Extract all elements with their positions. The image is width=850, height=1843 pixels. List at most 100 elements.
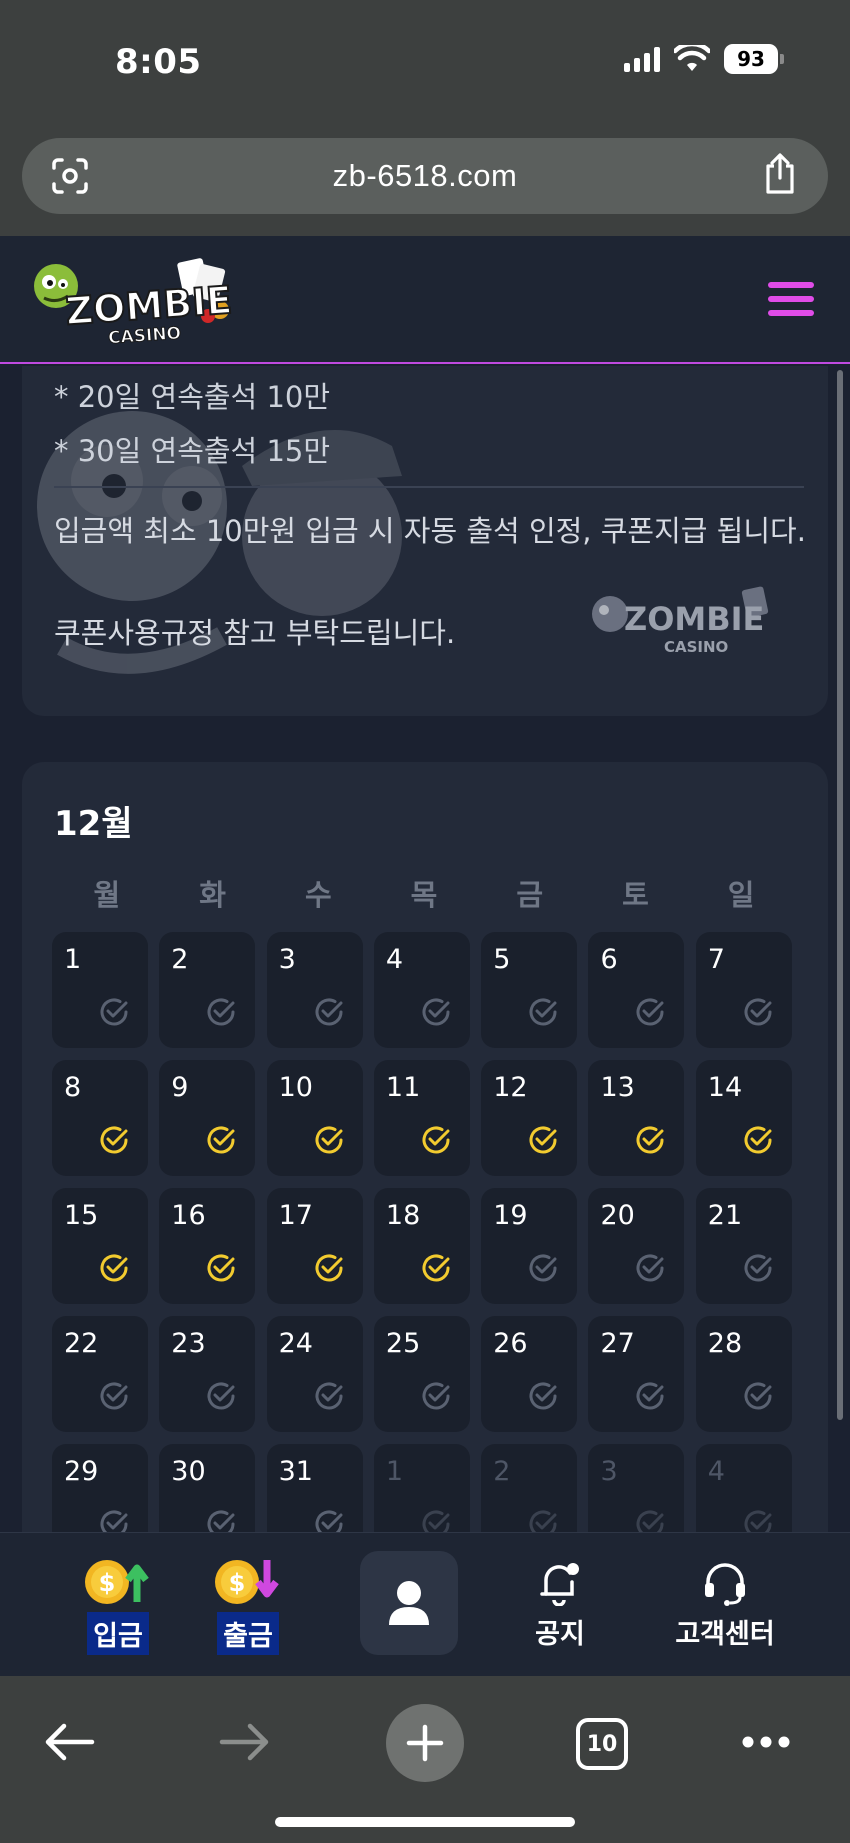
calendar-day[interactable]: 20: [588, 1188, 685, 1304]
calendar-day-outside[interactable]: 3: [588, 1444, 685, 1532]
nav-withdraw[interactable]: $ 출금: [188, 1533, 308, 1677]
calendar-day[interactable]: 7: [695, 932, 792, 1048]
attendance-unchecked-icon: [207, 998, 235, 1026]
calendar-day[interactable]: 8: [52, 1060, 148, 1176]
attendance-unchecked-icon: [744, 1510, 772, 1532]
calendar-day[interactable]: 4: [373, 932, 470, 1048]
calendar-day[interactable]: 10: [266, 1060, 363, 1176]
calendar-day[interactable]: 31: [266, 1444, 363, 1532]
calendar-day[interactable]: 26: [481, 1316, 578, 1432]
calendar-day-outside[interactable]: 2: [481, 1444, 578, 1532]
nav-deposit[interactable]: $ 입금: [58, 1533, 178, 1677]
calendar-day[interactable]: 16: [159, 1188, 256, 1304]
url-text[interactable]: zb-6518.com: [333, 158, 518, 194]
calendar-day[interactable]: 1: [52, 932, 148, 1048]
attendance-check-icon: [207, 1126, 235, 1154]
forward-arrow-icon[interactable]: [218, 1720, 272, 1764]
calendar-day[interactable]: 17: [266, 1188, 363, 1304]
attendance-check-icon: [100, 1126, 128, 1154]
attendance-check-icon: [422, 1254, 450, 1282]
calendar-day-number: 9: [171, 1072, 189, 1103]
deposit-rule-text: 입금액 최소 10만원 입금 시 자동 출석 인정, 쿠폰지급 됩니다.: [54, 514, 806, 548]
calendar-day-outside[interactable]: 1: [373, 1444, 470, 1532]
more-options-icon[interactable]: [740, 1734, 792, 1750]
attendance-unchecked-icon: [744, 1382, 772, 1410]
status-icons: 93: [624, 44, 784, 74]
calendar-day[interactable]: 30: [159, 1444, 256, 1532]
calendar-day-number: 10: [278, 1072, 313, 1103]
hamburger-menu-icon[interactable]: [768, 282, 814, 316]
calendar-day-number: 4: [707, 1456, 725, 1487]
calendar-day-number: 22: [64, 1328, 99, 1359]
calendar-day-number: 7: [707, 944, 725, 975]
calendar-day[interactable]: 6: [588, 932, 685, 1048]
attendance-calendar: 12월 월 화 수 목 금 토 일 1 2 3 4 5 6 7 8 9 10 11 12 13 14 15 1…: [22, 762, 828, 1532]
bell-icon: [540, 1562, 579, 1606]
calendar-day[interactable]: 28: [695, 1316, 792, 1432]
attendance-check-icon: [744, 1126, 772, 1154]
withdraw-coin-icon: $: [215, 1559, 279, 1604]
calendar-day-number: 3: [600, 1456, 618, 1487]
calendar-day[interactable]: 25: [373, 1316, 470, 1432]
calendar-day[interactable]: 21: [695, 1188, 792, 1304]
weekday-tue: 화: [199, 878, 226, 912]
nav-notice[interactable]: 공지: [500, 1533, 620, 1677]
calendar-day[interactable]: 13: [588, 1060, 685, 1176]
profile-button[interactable]: [360, 1551, 458, 1655]
attendance-unchecked-icon: [744, 998, 772, 1026]
address-bar[interactable]: zb-6518.com: [22, 138, 828, 214]
calendar-day[interactable]: 12: [481, 1060, 578, 1176]
attendance-unchecked-icon: [207, 1510, 235, 1532]
attendance-unchecked-icon: [207, 1382, 235, 1410]
nav-support-label: 고객센터: [675, 1618, 775, 1650]
calendar-day[interactable]: 9: [159, 1060, 256, 1176]
calendar-day-number: 19: [493, 1200, 528, 1231]
calendar-day-number: 28: [707, 1328, 743, 1359]
calendar-day[interactable]: 19: [481, 1188, 578, 1304]
new-tab-button[interactable]: [386, 1704, 464, 1782]
calendar-day[interactable]: 23: [159, 1316, 256, 1432]
attendance-check-icon: [637, 1126, 664, 1154]
calendar-day-number: 1: [64, 944, 82, 975]
calendar-day-number: 24: [278, 1328, 313, 1359]
nav-withdraw-label: 출금: [217, 1611, 279, 1655]
tabs-button[interactable]: 10: [576, 1718, 628, 1770]
attendance-check-icon: [315, 1126, 343, 1154]
info-divider: [54, 486, 804, 488]
calendar-day[interactable]: 15: [52, 1188, 148, 1304]
site-bottom-nav: $ 입금 $ 출금 공지 고객센터: [0, 1532, 850, 1676]
calendar-day-number: 1: [385, 1456, 404, 1487]
back-arrow-icon[interactable]: [42, 1720, 96, 1764]
page-scrollbar[interactable]: [837, 370, 843, 1420]
calendar-day[interactable]: 22: [52, 1316, 148, 1432]
attendance-unchecked-icon: [100, 1382, 128, 1410]
attendance-unchecked-icon: [744, 1254, 772, 1282]
nav-support[interactable]: 고객센터: [650, 1533, 800, 1677]
calendar-day[interactable]: 29: [52, 1444, 148, 1532]
attendance-check-icon: [529, 1126, 557, 1154]
calendar-day[interactable]: 5: [481, 932, 578, 1048]
calendar-day-number: 18: [385, 1200, 421, 1231]
svg-text:CASINO: CASINO: [108, 323, 182, 348]
calendar-day[interactable]: 3: [266, 932, 363, 1048]
calendar-day-number: 8: [64, 1072, 82, 1103]
calendar-day[interactable]: 24: [266, 1316, 363, 1432]
attendance-unchecked-icon: [637, 1382, 664, 1410]
attendance-unchecked-icon: [422, 1510, 450, 1532]
headset-icon: [705, 1562, 745, 1606]
weekday-sat: 토: [622, 878, 649, 912]
calendar-day-number: 4: [385, 944, 404, 975]
calendar-day-outside[interactable]: 4: [695, 1444, 792, 1532]
site-header: ZOMBIE CASINO: [0, 236, 850, 364]
attendance-unchecked-icon: [529, 1510, 557, 1532]
calendar-day[interactable]: 11: [373, 1060, 470, 1176]
share-icon[interactable]: [760, 152, 800, 196]
calendar-day[interactable]: 18: [373, 1188, 470, 1304]
calendar-day[interactable]: 14: [695, 1060, 792, 1176]
calendar-day-number: 29: [64, 1456, 99, 1487]
zombie-casino-logo[interactable]: ZOMBIE CASINO: [30, 254, 250, 348]
calendar-day[interactable]: 27: [588, 1316, 685, 1432]
calendar-day[interactable]: 2: [159, 932, 256, 1048]
battery-indicator: 93: [724, 44, 784, 74]
page-scan-icon[interactable]: [50, 156, 90, 196]
